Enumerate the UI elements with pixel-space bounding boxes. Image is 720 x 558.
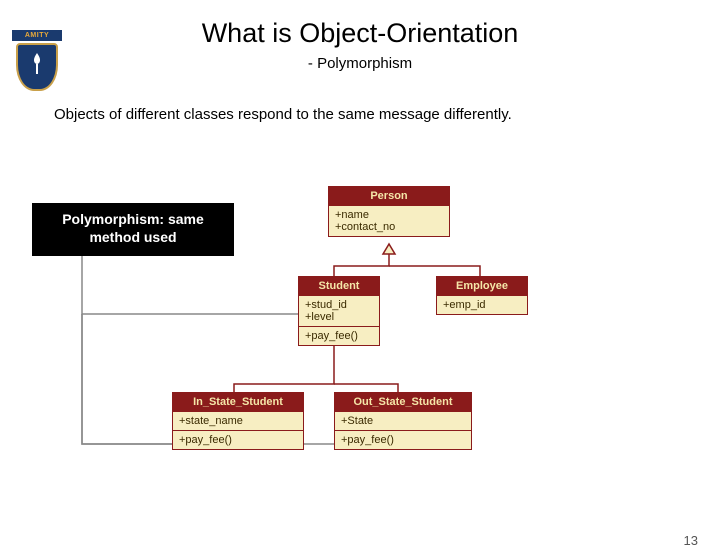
class-name: Employee <box>437 277 527 296</box>
class-ops: +pay_fee() <box>335 431 471 449</box>
class-name: Person <box>329 187 449 206</box>
callout-line1: Polymorphism: same <box>62 211 204 227</box>
class-attrs: +state_name <box>173 412 303 431</box>
attr: +level <box>305 311 373 323</box>
op: +pay_fee() <box>179 434 297 446</box>
logo-text: AMITY <box>12 30 62 41</box>
amity-logo: AMITY <box>12 30 62 90</box>
description-text: Objects of different classes respond to … <box>54 106 720 123</box>
attr: +state_name <box>179 415 297 427</box>
class-attrs: +emp_id <box>437 296 527 314</box>
callout-line2: method used <box>89 229 176 245</box>
attr: +State <box>341 415 465 427</box>
class-ops: +pay_fee() <box>173 431 303 449</box>
page-number: 13 <box>684 533 698 548</box>
attr: +name <box>335 209 443 221</box>
uml-class-student: Student +stud_id +level +pay_fee() <box>298 276 380 346</box>
logo-shield <box>16 43 58 91</box>
class-ops: +pay_fee() <box>299 327 379 345</box>
polymorphism-callout: Polymorphism: same method used <box>32 203 234 256</box>
attr: +contact_no <box>335 221 443 233</box>
slide-subtitle: - Polymorphism <box>0 55 720 72</box>
attr: +emp_id <box>443 299 521 311</box>
uml-diagram: Polymorphism: same method used Person +n… <box>0 186 720 516</box>
class-name: Out_State_Student <box>335 393 471 412</box>
op: +pay_fee() <box>341 434 465 446</box>
uml-class-person: Person +name +contact_no <box>328 186 450 237</box>
uml-class-in-state-student: In_State_Student +state_name +pay_fee() <box>172 392 304 450</box>
class-attrs: +name +contact_no <box>329 206 449 236</box>
op: +pay_fee() <box>305 330 373 342</box>
class-attrs: +stud_id +level <box>299 296 379 327</box>
class-attrs: +State <box>335 412 471 431</box>
attr: +stud_id <box>305 299 373 311</box>
uml-class-out-state-student: Out_State_Student +State +pay_fee() <box>334 392 472 450</box>
slide-title: What is Object-Orientation <box>0 18 720 49</box>
class-name: Student <box>299 277 379 296</box>
torch-icon <box>30 51 44 77</box>
class-name: In_State_Student <box>173 393 303 412</box>
uml-class-employee: Employee +emp_id <box>436 276 528 315</box>
